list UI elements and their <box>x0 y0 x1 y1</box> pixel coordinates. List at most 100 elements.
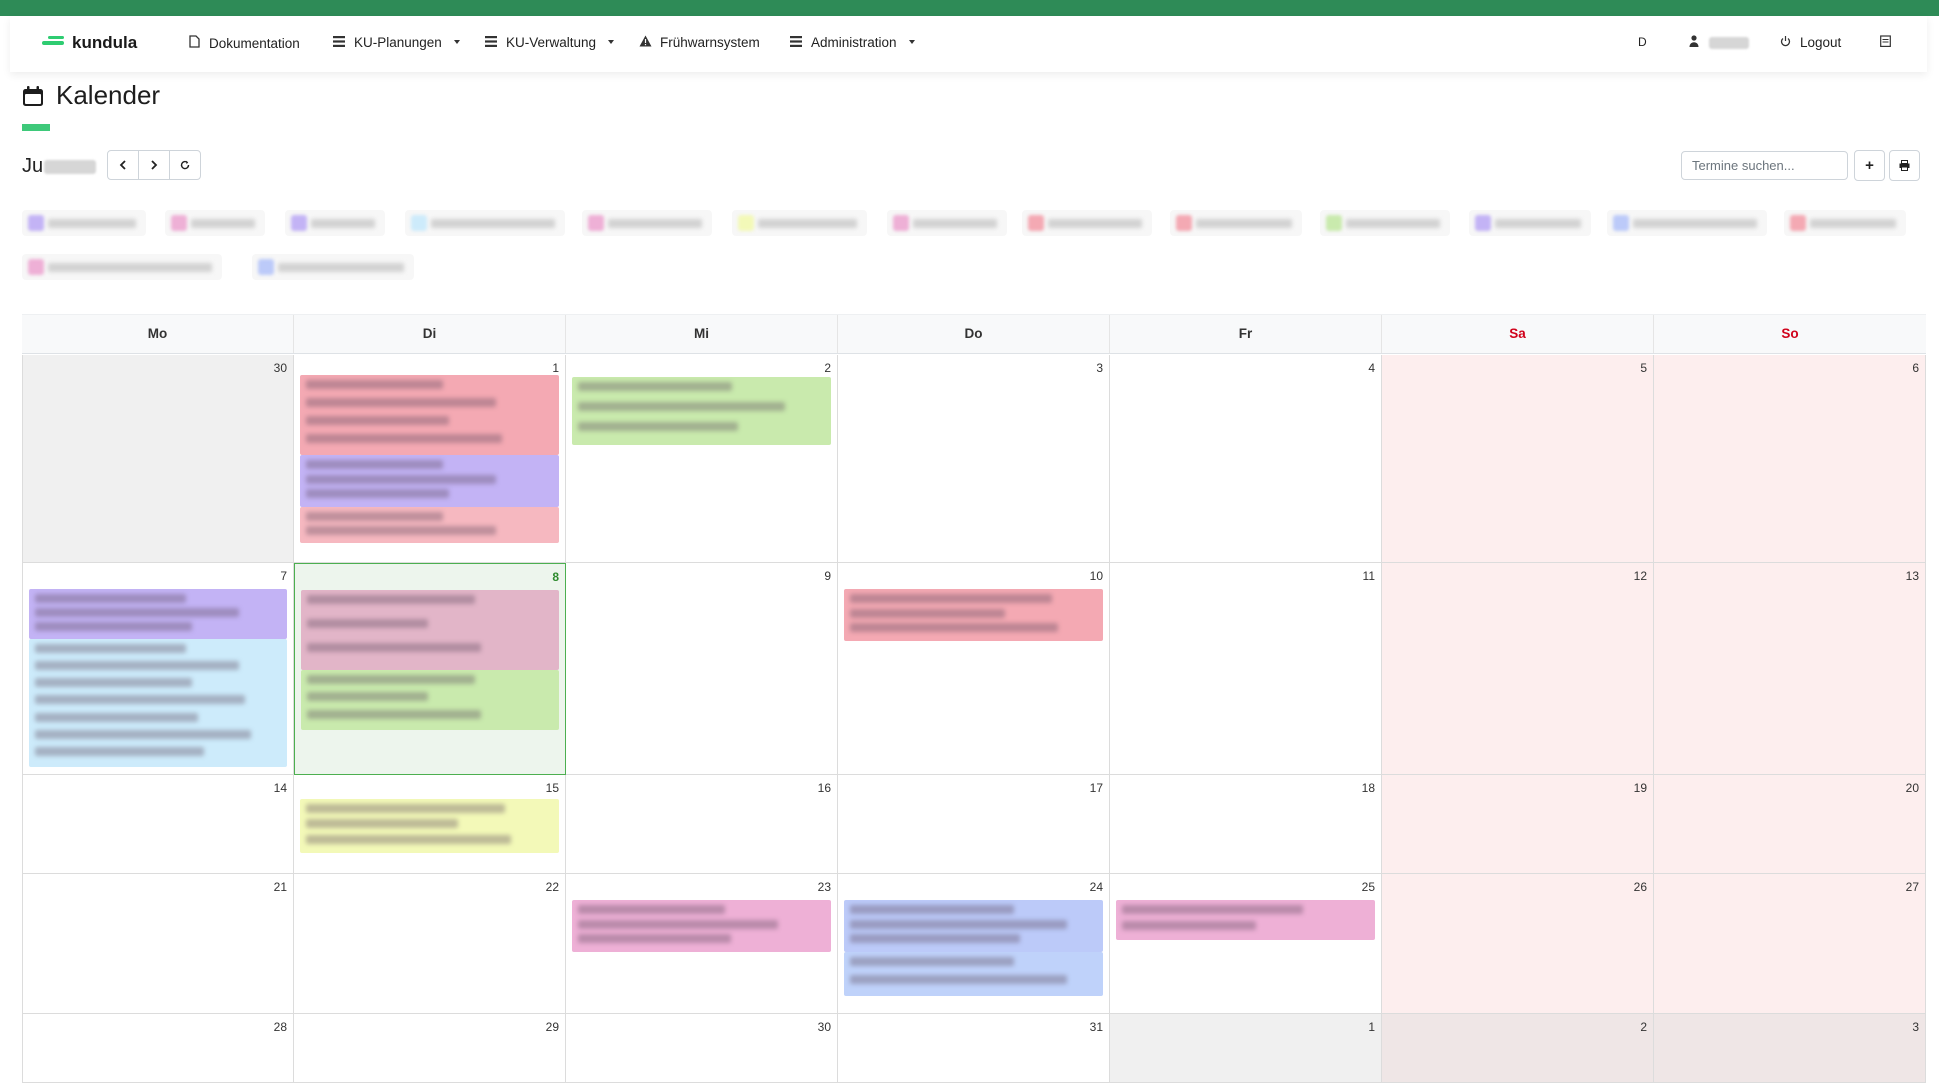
calendar-event[interactable] <box>300 507 559 543</box>
calendar-filter-chip[interactable] <box>285 210 385 236</box>
event-text-redacted <box>850 905 1014 914</box>
nav-ku-planungen[interactable]: KU-Planungen <box>332 35 460 50</box>
calendar-event[interactable] <box>572 377 831 445</box>
day-cell[interactable]: 24 <box>838 874 1110 1014</box>
calendar-event[interactable] <box>301 590 559 670</box>
calendar-event[interactable] <box>572 900 831 952</box>
day-cell[interactable]: 11 <box>1110 563 1382 775</box>
weekday-sa: Sa <box>1382 315 1654 353</box>
day-cell[interactable]: 3 <box>838 355 1110 563</box>
day-cell[interactable]: 22 <box>294 874 566 1014</box>
brand-logo[interactable]: kundula <box>42 33 137 53</box>
day-cell[interactable]: 29 <box>294 1014 566 1083</box>
weekday-mi: Mi <box>566 315 838 353</box>
day-cell[interactable]: 20 <box>1654 775 1926 874</box>
user-menu[interactable] <box>1687 35 1749 50</box>
day-cell[interactable]: 27 <box>1654 874 1926 1014</box>
calendar-filter-chip[interactable] <box>1469 210 1591 236</box>
theme-toggle[interactable]: D <box>1638 35 1647 49</box>
calendar-filter-chip[interactable] <box>887 210 1007 236</box>
calendar-event[interactable] <box>844 589 1103 641</box>
calendar-event[interactable] <box>300 455 559 507</box>
prev-month-button[interactable] <box>107 150 139 180</box>
day-cell[interactable]: 6 <box>1654 355 1926 563</box>
day-cell[interactable]: 17 <box>838 775 1110 874</box>
calendar-filter-chip[interactable] <box>1607 210 1767 236</box>
day-cell[interactable]: 21 <box>22 874 294 1014</box>
day-cell[interactable]: 25 <box>1110 874 1382 1014</box>
logout-button[interactable]: Logout <box>1778 35 1841 50</box>
calendar-name-redacted <box>913 219 997 228</box>
day-cell[interactable]: 2 <box>1382 1014 1654 1083</box>
day-cell[interactable]: 19 <box>1382 775 1654 874</box>
calendar-filter-chip[interactable] <box>1170 210 1302 236</box>
calendar-filter-chip[interactable] <box>22 210 146 236</box>
user-icon <box>1687 35 1701 50</box>
day-number: 2 <box>824 361 831 375</box>
calendar-nav-icon-button[interactable] <box>1878 35 1892 50</box>
event-search-input[interactable] <box>1681 151 1848 180</box>
calendar-event[interactable] <box>1116 900 1375 940</box>
add-event-button[interactable]: + <box>1854 150 1885 181</box>
day-cell[interactable]: 14 <box>22 775 294 874</box>
day-cell-today[interactable]: 8 <box>294 563 566 775</box>
day-cell[interactable]: 12 <box>1382 563 1654 775</box>
day-cell[interactable]: 10 <box>838 563 1110 775</box>
calendar-filter-chip[interactable] <box>1022 210 1152 236</box>
day-cell[interactable]: 30 <box>566 1014 838 1083</box>
day-number: 6 <box>1912 361 1919 375</box>
weekday-header-row: Mo Di Mi Do Fr Sa So <box>22 314 1926 354</box>
calendar-filter-chip[interactable] <box>22 254 222 280</box>
day-number: 13 <box>1905 569 1919 583</box>
calendar-event[interactable] <box>300 375 559 455</box>
day-cell[interactable]: 5 <box>1382 355 1654 563</box>
calendar-event[interactable] <box>300 799 559 853</box>
day-number: 27 <box>1905 880 1919 894</box>
day-cell[interactable]: 7 <box>22 563 294 775</box>
nav-administration[interactable]: Administration <box>789 35 915 50</box>
day-cell[interactable]: 18 <box>1110 775 1382 874</box>
calendar-filter-chip[interactable] <box>252 254 414 280</box>
day-cell[interactable]: 9 <box>566 563 838 775</box>
nav-ku-verwaltung-label: KU-Verwaltung <box>506 35 597 50</box>
day-cell[interactable]: 4 <box>1110 355 1382 563</box>
day-cell[interactable]: 26 <box>1382 874 1654 1014</box>
event-text-redacted <box>578 919 778 929</box>
event-text-redacted <box>307 595 475 604</box>
calendar-event[interactable] <box>844 952 1103 996</box>
refresh-button[interactable] <box>169 150 201 180</box>
calendar-filter-chip[interactable] <box>1784 210 1906 236</box>
calendar-event[interactable] <box>844 900 1103 952</box>
day-cell[interactable]: 1 <box>1110 1014 1382 1083</box>
day-cell[interactable]: 3 <box>1654 1014 1926 1083</box>
print-calendar-button[interactable] <box>1889 150 1920 181</box>
calendar-event[interactable] <box>29 639 287 767</box>
event-text-redacted <box>35 746 204 756</box>
day-cell[interactable]: 15 <box>294 775 566 874</box>
calendar-filter-chip[interactable] <box>732 210 867 236</box>
current-month-label: Ju <box>22 155 97 178</box>
day-cell[interactable]: 23 <box>566 874 838 1014</box>
nav-ku-verwaltung[interactable]: KU-Verwaltung <box>484 35 615 50</box>
day-cell[interactable]: 13 <box>1654 563 1926 775</box>
nav-dokumentation[interactable]: Dokumentation <box>187 35 300 51</box>
event-text-redacted <box>306 512 443 521</box>
day-cell[interactable]: 30 <box>22 355 294 563</box>
day-cell[interactable]: 28 <box>22 1014 294 1083</box>
day-cell[interactable]: 31 <box>838 1014 1110 1083</box>
day-cell[interactable]: 16 <box>566 775 838 874</box>
nav-fruehwarnsystem[interactable]: Frühwarnsystem <box>638 35 760 50</box>
day-cell[interactable]: 1 <box>294 355 566 563</box>
calendar-filter-chip[interactable] <box>1320 210 1450 236</box>
calendar-event[interactable] <box>301 670 559 730</box>
day-cell[interactable]: 2 <box>566 355 838 563</box>
calendar-filter-chip[interactable] <box>582 210 712 236</box>
calendar-filter-chip[interactable] <box>165 210 265 236</box>
menu-icon <box>484 35 498 50</box>
next-month-button[interactable] <box>138 150 170 180</box>
calendar-filter-chip[interactable] <box>405 210 565 236</box>
user-name-redacted <box>1709 36 1749 49</box>
calendar-color-swatch <box>411 215 427 231</box>
calendar-event[interactable] <box>29 589 287 639</box>
brand-mark-icon <box>42 36 64 45</box>
